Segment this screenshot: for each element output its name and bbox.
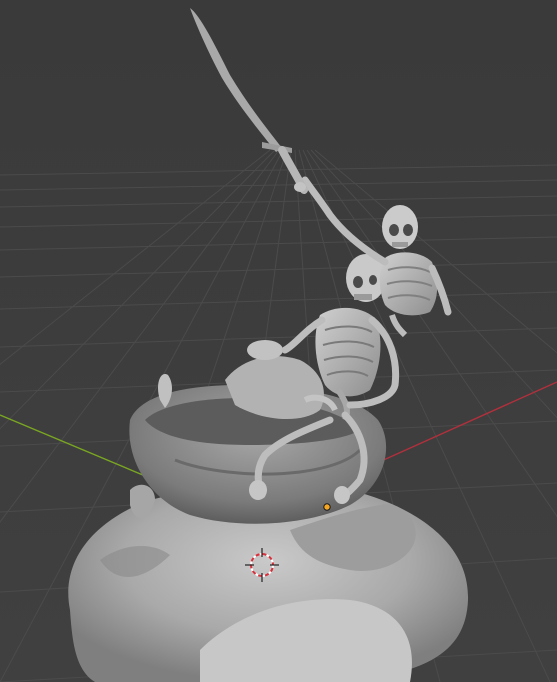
object-origin-icon[interactable]	[323, 503, 331, 511]
3d-viewport[interactable]	[0, 0, 557, 682]
sculpted-skeletons-model-icon[interactable]	[68, 8, 469, 682]
viewport-canvas	[0, 8, 557, 682]
